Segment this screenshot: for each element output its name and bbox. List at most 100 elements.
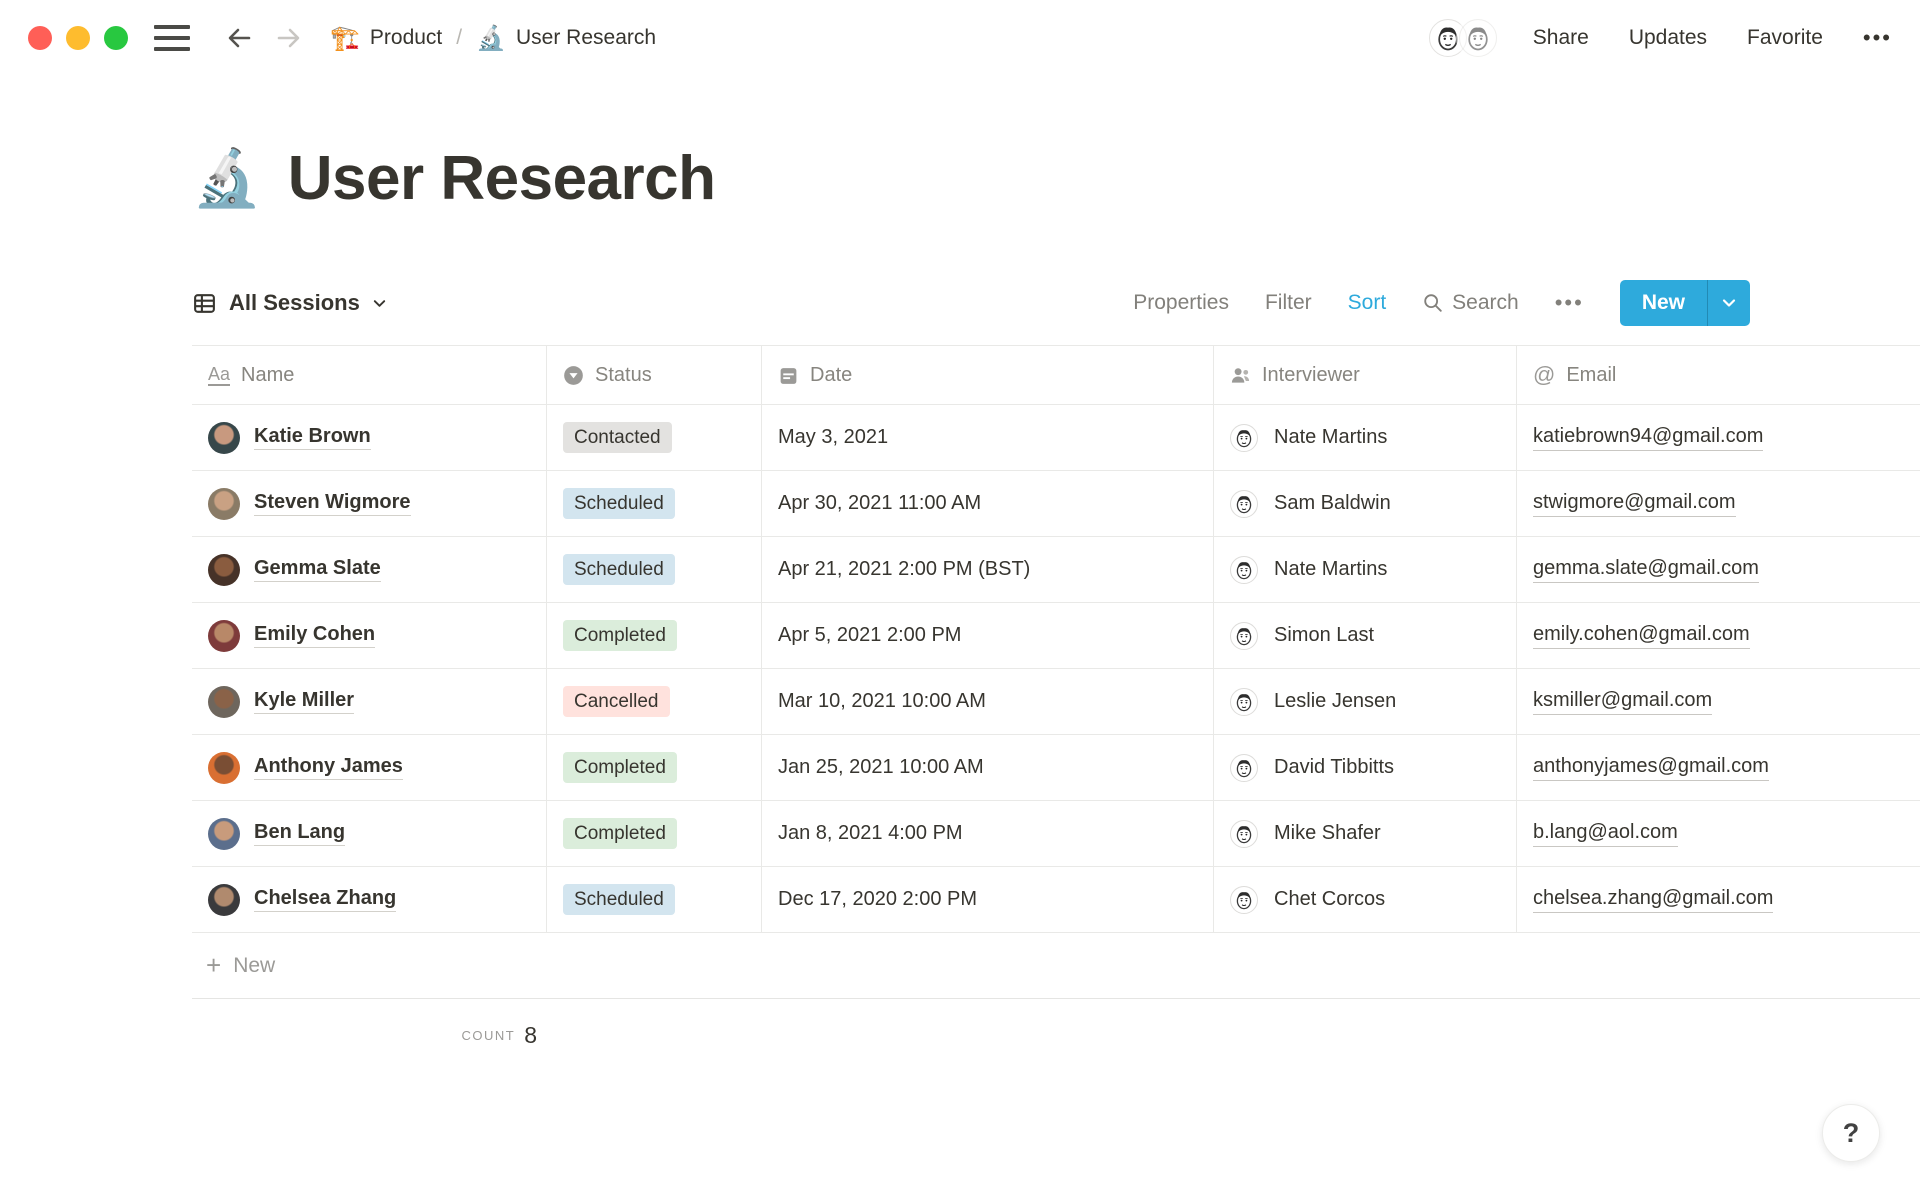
email-link[interactable]: chelsea.zhang@gmail.com bbox=[1533, 887, 1774, 913]
page-icon-microscope[interactable]: 🔬 bbox=[192, 145, 262, 211]
interviewer-avatar bbox=[1230, 621, 1258, 650]
table-row[interactable]: Anthony James Completed Jan 25, 2021 10:… bbox=[192, 735, 1920, 801]
sort-button[interactable]: Sort bbox=[1348, 291, 1387, 315]
person-icon bbox=[1230, 365, 1251, 386]
status-badge[interactable]: Contacted bbox=[563, 421, 672, 454]
breadcrumb-product-label: Product bbox=[369, 26, 443, 49]
date-cell[interactable]: Jan 25, 2021 10:00 AM bbox=[762, 735, 1214, 800]
email-link[interactable]: stwigmore@gmail.com bbox=[1533, 491, 1736, 517]
interviewer-cell[interactable]: Simon Last bbox=[1214, 603, 1517, 668]
email-link[interactable]: emily.cohen@gmail.com bbox=[1533, 623, 1750, 649]
favorite-button[interactable]: Favorite bbox=[1747, 26, 1823, 50]
interviewer-cell[interactable]: Chet Corcos bbox=[1214, 867, 1517, 932]
interviewer-avatar bbox=[1230, 885, 1258, 914]
help-button[interactable]: ? bbox=[1822, 1104, 1880, 1162]
interviewer-cell[interactable]: Nate Martins bbox=[1214, 537, 1517, 602]
view-more-options-icon[interactable]: ••• bbox=[1555, 290, 1584, 316]
interviewer-avatar bbox=[1230, 819, 1258, 848]
view-switcher-all-sessions[interactable]: All Sessions bbox=[192, 290, 387, 316]
interviewer-name: Simon Last bbox=[1274, 624, 1375, 646]
add-row-button[interactable]: + New bbox=[192, 933, 1920, 999]
interviewer-name: Chet Corcos bbox=[1274, 888, 1386, 910]
status-badge[interactable]: Completed bbox=[563, 751, 677, 784]
interviewer-avatar bbox=[1230, 555, 1258, 584]
zoom-window-button[interactable] bbox=[104, 26, 128, 50]
forward-arrow-icon[interactable] bbox=[274, 23, 304, 53]
session-name-link[interactable]: Anthony James bbox=[254, 755, 403, 780]
session-name-link[interactable]: Ben Lang bbox=[254, 821, 346, 846]
interviewer-cell[interactable]: Sam Baldwin bbox=[1214, 471, 1517, 536]
filter-button[interactable]: Filter bbox=[1265, 291, 1312, 315]
back-arrow-icon[interactable] bbox=[224, 23, 254, 53]
minimize-window-button[interactable] bbox=[66, 26, 90, 50]
breadcrumb-item-product[interactable]: 🏗️ Product bbox=[330, 24, 442, 53]
column-header-name[interactable]: Aa Name bbox=[192, 346, 547, 404]
more-options-icon[interactable]: ••• bbox=[1863, 25, 1892, 51]
date-cell[interactable]: Apr 21, 2021 2:00 PM (BST) bbox=[762, 537, 1214, 602]
column-header-interviewer[interactable]: Interviewer bbox=[1214, 346, 1517, 404]
breadcrumb: 🏗️ Product / 🔬 User Research bbox=[330, 24, 656, 53]
table-row[interactable]: Emily Cohen Completed Apr 5, 2021 2:00 P… bbox=[192, 603, 1920, 669]
date-cell[interactable]: Dec 17, 2020 2:00 PM bbox=[762, 867, 1214, 932]
interviewer-cell[interactable]: Mike Shafer bbox=[1214, 801, 1517, 866]
chevron-down-icon bbox=[1722, 299, 1736, 307]
session-name-link[interactable]: Emily Cohen bbox=[254, 623, 376, 648]
status-badge[interactable]: Scheduled bbox=[563, 553, 675, 586]
status-badge[interactable]: Scheduled bbox=[563, 883, 675, 916]
avatar bbox=[208, 751, 240, 784]
date-cell[interactable]: May 3, 2021 bbox=[762, 405, 1214, 470]
table-row[interactable]: Ben Lang Completed Jan 8, 2021 4:00 PM M… bbox=[192, 801, 1920, 867]
interviewer-cell[interactable]: Leslie Jensen bbox=[1214, 669, 1517, 734]
email-link[interactable]: katiebrown94@gmail.com bbox=[1533, 425, 1764, 451]
title-icon: Aa bbox=[208, 363, 231, 386]
email-link[interactable]: gemma.slate@gmail.com bbox=[1533, 557, 1759, 583]
collaborator-avatars[interactable] bbox=[1428, 19, 1497, 57]
date-cell[interactable]: Apr 5, 2021 2:00 PM bbox=[762, 603, 1214, 668]
interviewer-cell[interactable]: Nate Martins bbox=[1214, 405, 1517, 470]
avatar bbox=[208, 553, 240, 586]
sidebar-menu-icon[interactable] bbox=[154, 25, 190, 51]
page-title-text[interactable]: User Research bbox=[288, 143, 716, 214]
avatar bbox=[208, 421, 240, 454]
table-row[interactable]: Steven Wigmore Scheduled Apr 30, 2021 11… bbox=[192, 471, 1920, 537]
session-name-link[interactable]: Steven Wigmore bbox=[254, 491, 411, 516]
email-link[interactable]: ksmiller@gmail.com bbox=[1533, 689, 1713, 715]
table-row[interactable]: Chelsea Zhang Scheduled Dec 17, 2020 2:0… bbox=[192, 867, 1920, 933]
session-name-link[interactable]: Kyle Miller bbox=[254, 689, 355, 714]
new-button-dropdown[interactable] bbox=[1707, 280, 1750, 326]
new-button-group: New bbox=[1619, 280, 1750, 326]
column-header-date[interactable]: Date bbox=[762, 346, 1214, 404]
date-cell[interactable]: Jan 8, 2021 4:00 PM bbox=[762, 801, 1214, 866]
updates-button[interactable]: Updates bbox=[1629, 26, 1707, 50]
status-badge[interactable]: Scheduled bbox=[563, 487, 675, 520]
table-row[interactable]: Katie Brown Contacted May 3, 2021 Nate M… bbox=[192, 405, 1920, 471]
session-name-link[interactable]: Gemma Slate bbox=[254, 557, 381, 582]
session-name-link[interactable]: Katie Brown bbox=[254, 425, 371, 450]
count-aggregate[interactable]: count 8 bbox=[192, 999, 547, 1071]
date-cell[interactable]: Mar 10, 2021 10:00 AM bbox=[762, 669, 1214, 734]
column-header-email[interactable]: @ Email bbox=[1517, 346, 1920, 404]
interviewer-cell[interactable]: David Tibbitts bbox=[1214, 735, 1517, 800]
email-link[interactable]: anthonyjames@gmail.com bbox=[1533, 755, 1769, 781]
new-button[interactable]: New bbox=[1620, 280, 1707, 326]
table-row[interactable]: Kyle Miller Cancelled Mar 10, 2021 10:00… bbox=[192, 669, 1920, 735]
session-name-link[interactable]: Chelsea Zhang bbox=[254, 887, 397, 912]
status-badge[interactable]: Cancelled bbox=[563, 685, 670, 718]
email-icon: @ bbox=[1533, 362, 1556, 387]
column-header-status[interactable]: Status bbox=[547, 346, 762, 404]
breadcrumb-item-user-research[interactable]: 🔬 User Research bbox=[476, 24, 656, 53]
search-button[interactable]: Search bbox=[1422, 291, 1519, 315]
search-label: Search bbox=[1452, 291, 1519, 314]
collaborator-avatar-2[interactable] bbox=[1458, 19, 1497, 57]
email-link[interactable]: b.lang@aol.com bbox=[1533, 821, 1678, 847]
table-row[interactable]: Gemma Slate Scheduled Apr 21, 2021 2:00 … bbox=[192, 537, 1920, 603]
avatar bbox=[208, 817, 240, 850]
share-button[interactable]: Share bbox=[1533, 26, 1589, 50]
close-window-button[interactable] bbox=[28, 26, 52, 50]
calendar-icon bbox=[778, 365, 799, 386]
status-badge[interactable]: Completed bbox=[563, 619, 677, 652]
properties-button[interactable]: Properties bbox=[1133, 291, 1229, 315]
date-cell[interactable]: Apr 30, 2021 11:00 AM bbox=[762, 471, 1214, 536]
status-badge[interactable]: Completed bbox=[563, 817, 677, 850]
interviewer-name: David Tibbitts bbox=[1274, 756, 1395, 778]
